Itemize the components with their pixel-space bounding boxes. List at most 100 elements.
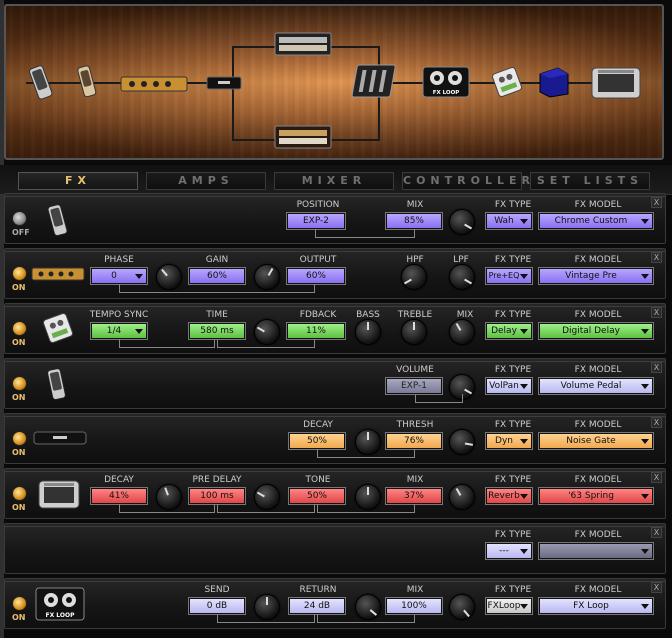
wah-pedal-icon[interactable] [28,64,56,102]
preamp-unit-icon [31,267,85,281]
bracket [119,339,215,348]
switch-state-label: ON [12,613,26,622]
return-label: RETURN [299,585,337,595]
fx-type-select[interactable]: Pre+EQ [486,268,532,284]
phase-label: PHASE [104,255,134,265]
fx-type-select[interactable]: Wah [486,213,532,229]
mix-field[interactable]: 37% [386,488,442,504]
pre-delay-field[interactable]: 100 ms [189,488,245,504]
feedback-field[interactable]: 11% [287,323,345,339]
send-label: SEND [204,585,230,595]
fx-loop-icon: FX LOOP [35,587,85,621]
fx-model-label: FX MODEL [574,310,622,320]
send-field[interactable]: 0 dB [189,598,245,614]
reverb-amp-icon[interactable] [590,64,642,100]
fx-type-select[interactable]: VolPan [486,378,532,394]
noise-gate-unit-icon[interactable] [206,75,242,91]
decay-field[interactable]: 41% [91,488,147,504]
fx-model-select[interactable]: FX Loop [539,598,653,614]
mix-knob[interactable] [449,594,475,620]
remove-fx-button[interactable]: X [651,417,662,428]
position-field[interactable]: EXP-2 [287,213,345,229]
noise-gate-unit-icon [33,431,87,445]
tone-field[interactable]: 50% [289,488,345,504]
remove-fx-button[interactable]: X [651,527,662,538]
mix-field[interactable]: 85% [386,213,442,229]
fx-row-empty: FX TYPE --- FX MODEL X [4,523,666,574]
tempo-sync-label: TEMPO SYNC [89,310,149,320]
time-field[interactable]: 580 ms [189,323,245,339]
amp-head-b-icon[interactable] [274,123,332,151]
wah-pedal-icon [47,204,68,236]
fx-model-select[interactable]: Chrome Custom [539,213,653,229]
bypass-switch[interactable] [12,321,27,336]
fx-loop-icon[interactable]: FX LOOP [422,66,470,98]
output-field[interactable]: 60% [287,268,345,284]
tab-controllers[interactable]: CONTROLLERS [402,172,543,190]
mix-knob[interactable] [449,209,475,235]
tab-mixer[interactable]: MIXER [274,172,394,190]
remove-fx-button[interactable]: X [651,582,662,593]
return-field[interactable]: 24 dB [289,598,345,614]
tab-fx[interactable]: FX [18,172,138,190]
fx-type-select[interactable]: Delay [486,323,532,339]
fx-row-preamp: ON PHASE 0 GAIN 60% OUTPUT 60% HPF LPF F… [4,248,666,299]
fx-type-label: FX TYPE [494,200,532,210]
fx-model-select[interactable]: Noise Gate [539,433,653,449]
fx-type-select[interactable]: --- [486,543,532,559]
remove-fx-button[interactable]: X [651,472,662,483]
volume-pedal-icon[interactable] [76,64,100,100]
fx-type-label: FX TYPE [494,310,532,320]
phase-select[interactable]: 0 [91,268,147,284]
fx-loop-label: FX LOOP [45,612,75,619]
bypass-switch[interactable] [12,596,27,611]
mix-field[interactable]: 100% [386,598,442,614]
remove-fx-button[interactable]: X [651,252,662,263]
mix-knob[interactable] [449,484,475,510]
thresh-knob[interactable] [449,429,475,455]
remove-fx-button[interactable]: X [651,307,662,318]
volume-pedal-icon [47,368,66,400]
fx-model-label: FX MODEL [574,420,622,430]
bypass-switch[interactable] [12,486,27,501]
gain-field[interactable]: 60% [189,268,245,284]
output-label: OUTPUT [299,255,337,265]
decay-field[interactable]: 50% [289,433,345,449]
fx-model-select[interactable]: Volume Pedal [539,378,653,394]
fx-model-select[interactable]: Vintage Pre [539,268,653,284]
delay-mix-knob[interactable] [449,319,475,345]
fx-type-label: FX TYPE [494,255,532,265]
tempo-sync-select[interactable]: 1/4 [91,323,147,339]
delay-pedal-icon [42,312,74,344]
fx-model-select[interactable]: '63 Spring [539,488,653,504]
fx-type-select[interactable]: Dyn [486,433,532,449]
fx-type-select[interactable]: FXLoop [486,598,532,614]
bypass-switch[interactable] [12,211,27,226]
bass-knob[interactable] [355,319,381,345]
preamp-unit-icon[interactable] [120,74,188,94]
tab-amps[interactable]: AMPS [146,172,266,190]
cab-cube-icon[interactable] [536,66,570,98]
amp-head-a-icon[interactable] [274,30,332,58]
hpf-knob[interactable] [401,264,427,290]
remove-fx-button[interactable]: X [651,197,662,208]
fx-model-select[interactable]: Digital Delay [539,323,653,339]
remove-fx-button[interactable]: X [651,362,662,373]
fx-type-select[interactable]: Reverb [486,488,532,504]
mixer-icon[interactable] [350,62,400,102]
lpf-knob[interactable] [449,264,475,290]
treble-knob[interactable] [401,319,427,345]
bypass-switch[interactable] [12,266,27,281]
fx-model-select[interactable] [539,543,653,559]
volume-field[interactable]: EXP-1 [386,378,442,394]
thresh-field[interactable]: 76% [386,433,442,449]
fx-row-volume: ON VOLUME EXP-1 FX TYPE VolPan FX MODEL … [4,358,666,409]
delay-pedal-icon[interactable] [490,66,524,98]
bypass-switch[interactable] [12,431,27,446]
bypass-switch[interactable] [12,376,27,391]
tab-set-lists[interactable]: SET LISTS [530,172,650,190]
bracket [119,284,315,293]
fx-model-label: FX MODEL [574,585,622,595]
fx-model-label: FX MODEL [574,365,622,375]
position-label: POSITION [296,200,340,210]
